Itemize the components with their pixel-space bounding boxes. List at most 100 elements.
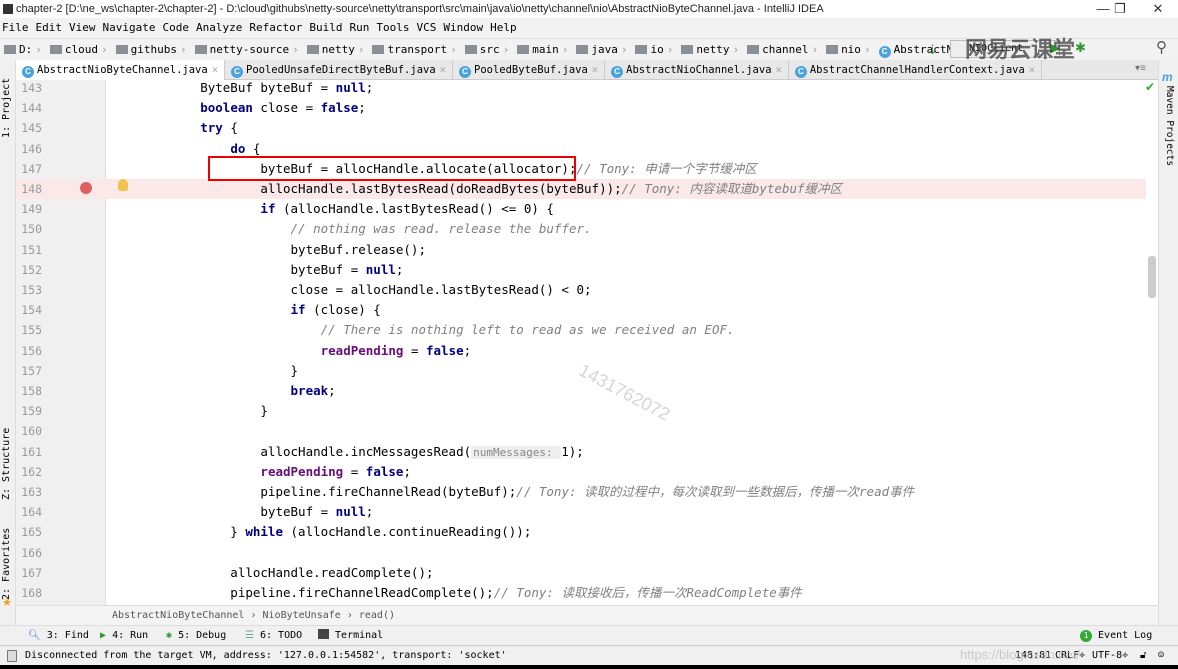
code-editor[interactable]: 143 ByteBuf byteBuf = null; 144 boolean c…: [16, 80, 1158, 605]
menu-view[interactable]: View: [69, 21, 96, 34]
crumb-class[interactable]: AbstractNioByteChannel: [112, 610, 244, 621]
breadcrumb-item[interactable]: channel ›: [743, 39, 818, 61]
crumb-inner-class[interactable]: NioByteUnsafe: [263, 610, 341, 621]
tool-debug-label: 5: Debug: [178, 630, 227, 641]
menu-window[interactable]: Window: [443, 21, 483, 34]
breadcrumb-item[interactable]: githubs ›: [112, 39, 187, 61]
breadcrumb-item[interactable]: transport ›: [368, 39, 457, 61]
sort-icon[interactable]: ⇣: [927, 42, 938, 58]
code-line[interactable]: 164 byteBuf = null;: [16, 502, 1146, 522]
close-tab-icon[interactable]: ×: [212, 64, 218, 76]
code-line[interactable]: 150 // nothing was read. release the buf…: [16, 219, 1146, 239]
menu-run[interactable]: Run: [349, 21, 369, 34]
code-line[interactable]: 146 do {: [16, 139, 1146, 159]
close-tab-icon[interactable]: ×: [440, 64, 446, 76]
breakpoint-icon[interactable]: [80, 182, 92, 194]
code-line[interactable]: 155 // There is nothing left to read as …: [16, 320, 1146, 340]
code-line[interactable]: 154 if (close) {: [16, 300, 1146, 320]
tab-4[interactable]: C AbstractChannelHandlerContext.java ×: [789, 60, 1043, 80]
tool-todo[interactable]: ☰ 6: TODO: [245, 626, 302, 646]
code-line[interactable]: 167 allocHandle.readComplete();: [16, 563, 1146, 583]
code-line[interactable]: 156 readPending = false;: [16, 341, 1146, 361]
status-toggle-icon[interactable]: [7, 650, 17, 662]
code-line[interactable]: 147 byteBuf = allocHandle.allocate(alloc…: [16, 159, 1146, 179]
tool-terminal-label: Terminal: [335, 630, 384, 641]
tool-structure[interactable]: Z: Structure: [1, 428, 12, 500]
inspector-icon[interactable]: ☺: [1158, 646, 1164, 666]
tab-3[interactable]: C AbstractNioChannel.java ×: [605, 60, 789, 80]
code-line[interactable]: 148 allocHandle.lastBytesRead(doReadByte…: [16, 179, 1146, 200]
crumb-method[interactable]: read(): [359, 610, 395, 621]
menu-tools[interactable]: Tools: [376, 21, 409, 34]
breadcrumb-item[interactable]: nio ›: [822, 39, 871, 61]
code-line[interactable]: 161 allocHandle.incMessagesRead(numMessa…: [16, 442, 1146, 462]
breadcrumb-item[interactable]: cloud ›: [46, 39, 108, 61]
code-line[interactable]: 159 }: [16, 401, 1146, 421]
breadcrumb-item[interactable]: netty ›: [303, 39, 364, 61]
menu-build[interactable]: Build: [309, 21, 342, 34]
terminal-icon: [318, 629, 329, 639]
code-line[interactable]: 145 try {: [16, 118, 1146, 138]
menu-vcs[interactable]: VCS: [416, 21, 436, 34]
tool-terminal[interactable]: Terminal: [318, 626, 383, 646]
menu-refactor[interactable]: Refactor: [249, 21, 302, 34]
folder-icon: [372, 45, 385, 54]
code-line[interactable]: 160: [16, 421, 1146, 441]
maximize-button[interactable]: ❐: [1105, 0, 1135, 18]
tool-find[interactable]: 🔍︎ 3: Find: [28, 626, 89, 646]
event-log-button[interactable]: 1 Event Log: [1080, 626, 1152, 646]
code-line[interactable]: 165 } while (allocHandle.continueReading…: [16, 522, 1146, 542]
menu-help[interactable]: Help: [490, 21, 517, 34]
menu-navigate[interactable]: Navigate: [103, 21, 156, 34]
lock-icon[interactable]: 🔓︎: [1140, 646, 1146, 666]
code-line[interactable]: 153 close = allocHandle.lastBytesRead() …: [16, 280, 1146, 300]
menu-edit[interactable]: Edit: [36, 21, 63, 34]
lightbulb-icon[interactable]: [118, 179, 128, 191]
debug-icon[interactable]: ✱: [1075, 40, 1086, 56]
breadcrumb-item[interactable]: main ›: [513, 39, 568, 61]
breadcrumb-item[interactable]: netty-source ›: [191, 39, 299, 61]
close-tab-icon[interactable]: ×: [592, 64, 598, 76]
breadcrumb-item[interactable]: netty ›: [677, 39, 739, 61]
menu-analyze[interactable]: Analyze: [196, 21, 242, 34]
tab-2[interactable]: C PooledByteBuf.java ×: [453, 60, 606, 80]
breadcrumb-item[interactable]: D: ›: [0, 39, 42, 61]
code-line[interactable]: 162 readPending = false;: [16, 462, 1146, 482]
chevron-right-icon: ›: [179, 43, 187, 56]
search-icon[interactable]: ⚲: [1156, 38, 1167, 56]
tool-find-label: 3: Find: [46, 630, 89, 641]
tool-favorites[interactable]: 2: Favorites: [1, 528, 12, 600]
tool-run[interactable]: ▶ 4: Run: [100, 626, 148, 646]
tool-project[interactable]: 1: Project: [1, 78, 12, 138]
tool-debug[interactable]: ✱ 5: Debug: [166, 626, 226, 646]
vertical-scrollbar[interactable]: [1148, 256, 1156, 298]
breadcrumb-item[interactable]: src ›: [461, 39, 509, 61]
code-line[interactable]: 163 pipeline.fireChannelRead(byteBuf);//…: [16, 482, 1146, 502]
menu-code[interactable]: Code: [162, 21, 189, 34]
code-line[interactable]: 152 byteBuf = null;: [16, 260, 1146, 280]
code-line[interactable]: 144 boolean close = false;: [16, 98, 1146, 118]
code-line[interactable]: 151 byteBuf.release();: [16, 240, 1146, 260]
tab-1[interactable]: C PooledUnsafeDirectByteBuf.java ×: [225, 60, 453, 80]
code-token: close = allocHandle.lastBytesRead() < 0;: [140, 282, 592, 297]
tool-maven-projects[interactable]: Maven Projects: [1164, 86, 1175, 166]
tab-label: PooledByteBuf.java: [474, 64, 588, 76]
tab-0[interactable]: C AbstractNioByteChannel.java ×: [16, 60, 226, 80]
close-tab-icon[interactable]: ×: [1029, 64, 1035, 76]
breadcrumb-item[interactable]: java ›: [572, 39, 627, 61]
code-line[interactable]: 158 break;: [16, 381, 1146, 401]
close-button[interactable]: ✕: [1143, 0, 1173, 18]
code-line[interactable]: 149 if (allocHandle.lastBytesRead() <= 0…: [16, 199, 1146, 219]
breadcrumb-item[interactable]: io ›: [631, 39, 673, 61]
menu-file[interactable]: File: [2, 21, 29, 34]
line-number: 153: [21, 283, 42, 297]
tab-list-icon[interactable]: ▾≡: [1135, 63, 1146, 74]
code-line[interactable]: 168 pipeline.fireChannelReadComplete();/…: [16, 583, 1146, 603]
close-tab-icon[interactable]: ×: [776, 64, 782, 76]
code-line[interactable]: 166: [16, 543, 1146, 563]
code-token: (allocHandle.lastBytesRead() <= 0) {: [275, 201, 554, 217]
file-encoding[interactable]: UTF-8÷: [1092, 646, 1128, 666]
code-line[interactable]: 143 ByteBuf byteBuf = null;: [16, 80, 1146, 98]
